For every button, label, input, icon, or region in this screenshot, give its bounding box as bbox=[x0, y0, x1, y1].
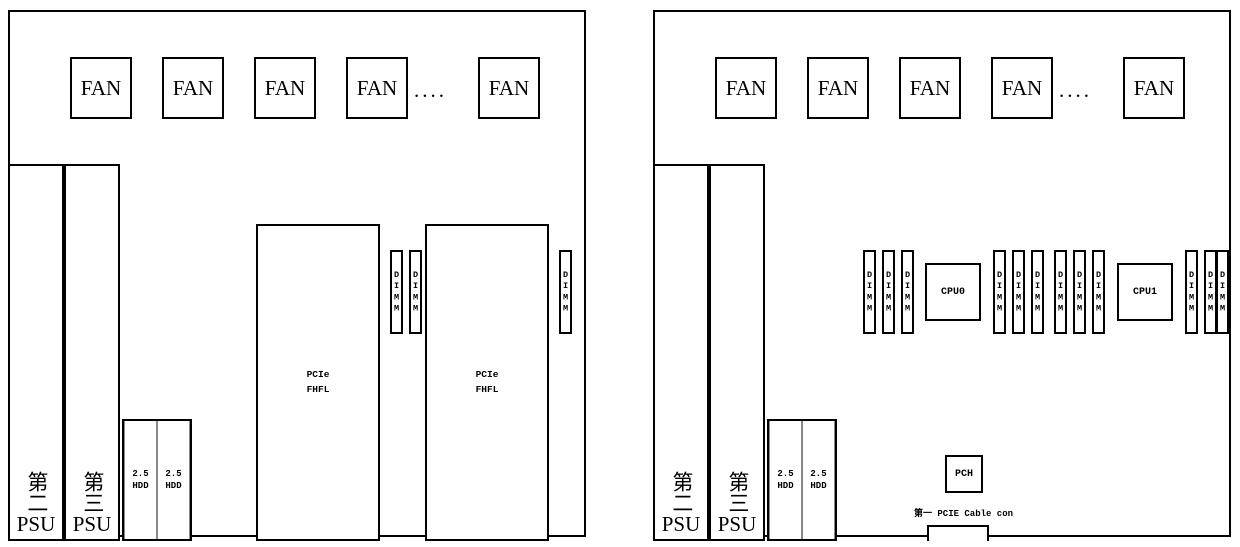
pcie-line1: PCIe bbox=[475, 369, 499, 381]
dimm-right-8: DIMM bbox=[1073, 250, 1086, 334]
dimm-label: DIMM bbox=[1013, 269, 1024, 315]
dimm-right-2: DIMM bbox=[882, 250, 895, 334]
pch-label: PCH bbox=[954, 468, 973, 480]
dimm-label: DIMM bbox=[1074, 269, 1085, 315]
cpu1-socket: CPU1 bbox=[1117, 263, 1173, 321]
psu-cjk-label: 第三 bbox=[80, 471, 105, 513]
fan-label: FAN bbox=[264, 75, 306, 100]
dimm-right-7: DIMM bbox=[1054, 250, 1067, 334]
dimm-label: DIMM bbox=[1032, 269, 1043, 315]
fan-right-1: FAN bbox=[715, 57, 777, 119]
dimm-label: DIMM bbox=[410, 269, 421, 315]
cpu-label: CPU0 bbox=[940, 286, 965, 298]
dimm-label: DIMM bbox=[902, 269, 913, 315]
hdd-size-label: 2.5 bbox=[810, 468, 827, 479]
psu-latin-label: PSU bbox=[717, 512, 757, 536]
dimm-left-1: DIMM bbox=[390, 250, 403, 334]
dimm-label: DIMM bbox=[391, 269, 402, 315]
hdd-size-label: 2.5 bbox=[777, 468, 794, 479]
cpu-label: CPU1 bbox=[1132, 286, 1157, 298]
psu-cjk-label: 第二 bbox=[669, 471, 694, 513]
fan-right-5: FAN bbox=[1123, 57, 1185, 119]
fan-left-3: FAN bbox=[254, 57, 316, 119]
diagram-canvas: FAN FAN FAN FAN .... FAN 第二 PSU 第三 PSU 2… bbox=[0, 0, 1240, 547]
hdd-right-2: 2.5 HDD bbox=[802, 421, 835, 539]
psu-right-third: 第三 PSU bbox=[709, 164, 765, 541]
dimm-right-3: DIMM bbox=[901, 250, 914, 334]
dimm-label: DIMM bbox=[994, 269, 1005, 315]
fan-label: FAN bbox=[488, 75, 530, 100]
fan-label: FAN bbox=[909, 75, 951, 100]
pcie-line1: PCIe bbox=[306, 369, 330, 381]
fan-left-5: FAN bbox=[478, 57, 540, 119]
psu-left-second: 第二 PSU bbox=[8, 164, 64, 541]
dimm-label: DIMM bbox=[1055, 269, 1066, 315]
dimm-label: DIMM bbox=[1186, 269, 1197, 315]
pcie-cable-connector-label: 第一 PCIE Cable con bbox=[914, 509, 1014, 519]
fan-label: FAN bbox=[817, 75, 859, 100]
fan-left-2: FAN bbox=[162, 57, 224, 119]
fan-right-3: FAN bbox=[899, 57, 961, 119]
pcie-slot-left-1: PCIe FHFL bbox=[256, 224, 380, 541]
fan-right-2: FAN bbox=[807, 57, 869, 119]
fan-label: FAN bbox=[80, 75, 122, 100]
hdd-size-label: 2.5 bbox=[165, 468, 182, 479]
dimm-label: DIMM bbox=[1093, 269, 1104, 315]
dimm-right-4: DIMM bbox=[993, 250, 1006, 334]
hdd-right-1: 2.5 HDD bbox=[769, 421, 802, 539]
pcie-line2: FHFL bbox=[306, 383, 330, 395]
pcie-slot-left-2: PCIe FHFL bbox=[425, 224, 549, 541]
hdd-type-label: HDD bbox=[810, 481, 827, 491]
dimm-right-5: DIMM bbox=[1012, 250, 1025, 334]
dimm-right-10: DIMM bbox=[1185, 250, 1198, 334]
fan-label: FAN bbox=[725, 75, 767, 100]
hdd-type-label: HDD bbox=[777, 481, 794, 491]
hdd-size-label: 2.5 bbox=[132, 468, 149, 479]
psu-right-second: 第二 PSU bbox=[653, 164, 709, 541]
cpu0-socket: CPU0 bbox=[925, 263, 981, 321]
dimm-label: DIMM bbox=[1217, 269, 1228, 315]
psu-left-third: 第三 PSU bbox=[64, 164, 120, 541]
fan-left-1: FAN bbox=[70, 57, 132, 119]
pcie-line2: FHFL bbox=[475, 383, 499, 395]
pcie-cable-connector-box bbox=[927, 525, 989, 541]
fan-label: FAN bbox=[1133, 75, 1175, 100]
dimm-right-9: DIMM bbox=[1092, 250, 1105, 334]
fan-row-ellipsis-right: .... bbox=[1059, 78, 1092, 102]
hdd-left-2: 2.5 HDD bbox=[157, 421, 190, 539]
dimm-right-1: DIMM bbox=[863, 250, 876, 334]
dimm-label: DIMM bbox=[883, 269, 894, 315]
dimm-label: DIMM bbox=[1205, 269, 1216, 315]
fan-label: FAN bbox=[172, 75, 214, 100]
hdd-left-1: 2.5 HDD bbox=[124, 421, 157, 539]
hdd-type-label: HDD bbox=[132, 481, 149, 491]
dimm-left-2: DIMM bbox=[409, 250, 422, 334]
fan-label: FAN bbox=[356, 75, 398, 100]
dimm-label: DIMM bbox=[560, 269, 571, 315]
fan-label: FAN bbox=[1001, 75, 1043, 100]
dimm-label: DIMM bbox=[864, 269, 875, 315]
dimm-right-6: DIMM bbox=[1031, 250, 1044, 334]
psu-latin-label: PSU bbox=[72, 512, 112, 536]
psu-latin-label: PSU bbox=[16, 512, 56, 536]
fan-row-ellipsis-left: .... bbox=[414, 78, 447, 102]
fan-left-4: FAN bbox=[346, 57, 408, 119]
left-chassis-panel: FAN FAN FAN FAN .... FAN 第二 PSU 第三 PSU 2… bbox=[8, 10, 586, 541]
hdd-type-label: HDD bbox=[165, 481, 182, 491]
fan-right-4: FAN bbox=[991, 57, 1053, 119]
dimm-left-3: DIMM bbox=[559, 250, 572, 334]
right-chassis-panel: FAN FAN FAN FAN .... FAN 第二 PSU 第三 PSU 2… bbox=[653, 10, 1231, 541]
psu-latin-label: PSU bbox=[661, 512, 701, 536]
pch-chip: PCH bbox=[945, 455, 983, 493]
psu-cjk-label: 第二 bbox=[24, 471, 49, 513]
psu-cjk-label: 第三 bbox=[725, 471, 750, 513]
dimm-right-12: DIMM bbox=[1216, 250, 1229, 334]
